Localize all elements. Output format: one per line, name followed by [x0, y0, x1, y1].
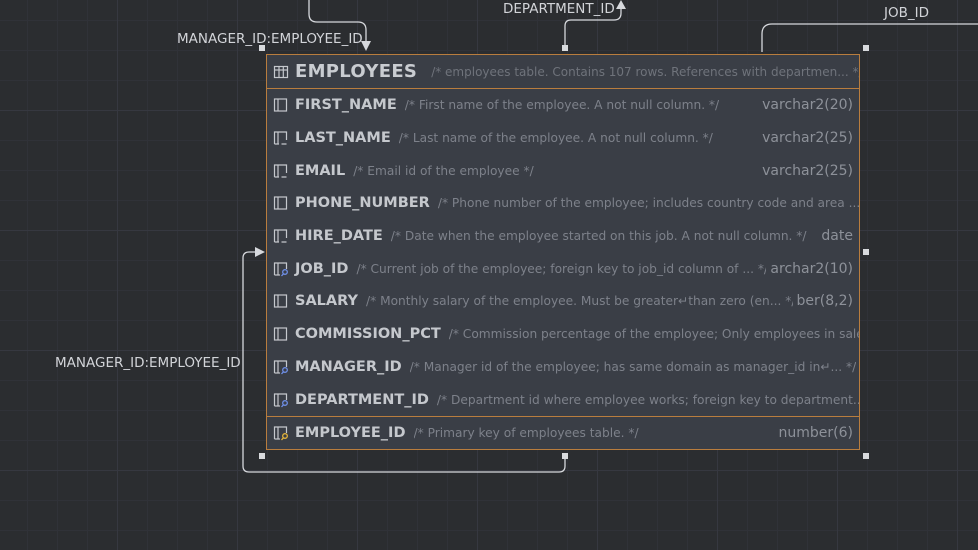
column-row-hire-date[interactable]: HIRE_DATE /* Date when the employee star…: [267, 220, 859, 253]
column-name: LAST_NAME: [295, 130, 391, 147]
column-name: DEPARTMENT_ID: [295, 391, 429, 408]
column-icon: [273, 326, 289, 342]
column-notnull-icon: [273, 130, 289, 146]
column-icon: [273, 195, 289, 211]
column-type: number(6): [774, 425, 853, 442]
column-type: date: [817, 228, 853, 245]
column-comment: /* Last name of the employee. A not null…: [398, 131, 713, 146]
resize-handle-bottom-right[interactable]: [863, 453, 869, 459]
column-icon: [273, 293, 289, 309]
edge-label-manager-left[interactable]: MANAGER_ID:EMPLOYEE_ID: [55, 355, 241, 371]
column-icon: [273, 97, 289, 113]
column-row-first-name[interactable]: FIRST_NAME /* First name of the employee…: [267, 89, 859, 122]
resize-handle-middle-right[interactable]: [863, 249, 869, 255]
resize-handle-top-middle[interactable]: [562, 45, 568, 51]
edge-label-manager-top[interactable]: MANAGER_ID:EMPLOYEE_ID: [177, 31, 363, 47]
column-row-manager-id[interactable]: MANAGER_ID /* Manager id of the employee…: [267, 351, 859, 384]
column-name: HIRE_DATE: [295, 228, 383, 245]
foreign-key-icon: [273, 261, 289, 277]
column-name: SALARY: [295, 293, 358, 310]
resize-handle-bottom-left[interactable]: [259, 453, 265, 459]
column-name: COMMISSION_PCT: [295, 326, 441, 343]
column-comment: /* Primary key of employees table. */: [413, 426, 639, 441]
column-notnull-icon: [273, 228, 289, 244]
column-comment: /* Current job of the employee; foreign …: [356, 261, 769, 276]
edge-job-id: [761, 23, 978, 52]
foreign-key-icon: [273, 359, 289, 375]
column-comment: /* Monthly salary of the employee. Must …: [366, 294, 796, 309]
column-notnull-icon: [273, 163, 289, 179]
column-row-email[interactable]: EMAIL /* Email id of the employee */ var…: [267, 154, 859, 187]
column-type: archar2(10): [766, 260, 853, 277]
column-comment: /* Phone number of the employee; include…: [437, 196, 859, 211]
resize-handle-bottom-middle[interactable]: [562, 453, 568, 459]
table-name: EMPLOYEES: [295, 61, 418, 82]
column-name: EMAIL: [295, 162, 346, 179]
edge-label-job[interactable]: JOB_ID: [884, 5, 929, 21]
primary-key-icon: [273, 425, 289, 441]
column-name: FIRST_NAME: [295, 97, 397, 114]
column-comment: /* Commission percentage of the employee…: [448, 327, 859, 342]
column-type: ber(8,2): [792, 293, 853, 310]
column-row-job-id[interactable]: JOB_ID /* Current job of the employee; f…: [267, 252, 859, 285]
column-name: EMPLOYEE_ID: [295, 425, 406, 442]
resize-handle-top-right[interactable]: [863, 45, 869, 51]
edge-label-department[interactable]: DEPARTMENT_ID: [503, 1, 615, 17]
column-type: varchar2(25): [758, 130, 853, 147]
table-icon: [273, 64, 289, 80]
arrowhead-department: [616, 0, 626, 9]
column-type: varchar2(25): [758, 162, 853, 179]
column-name: PHONE_NUMBER: [295, 195, 430, 212]
column-row-commission-pct[interactable]: COMMISSION_PCT /* Commission percentage …: [267, 318, 859, 351]
column-name: JOB_ID: [295, 260, 349, 277]
resize-handle-top-left[interactable]: [259, 45, 265, 51]
column-comment: /* Department id where employee works; f…: [436, 392, 859, 407]
column-row-employee-id[interactable]: EMPLOYEE_ID /* Primary key of employees …: [267, 415, 859, 449]
column-row-last-name[interactable]: LAST_NAME /* Last name of the employee. …: [267, 122, 859, 155]
column-row-salary[interactable]: SALARY /* Monthly salary of the employee…: [267, 285, 859, 318]
table-comment: /* employees table. Contains 107 rows. R…: [431, 64, 859, 79]
table-header[interactable]: EMPLOYEES /* employees table. Contains 1…: [267, 55, 859, 89]
column-type: varchar2(20): [758, 97, 853, 114]
column-comment: /* Date when the employee started on thi…: [390, 229, 807, 244]
column-row-department-id[interactable]: DEPARTMENT_ID /* Department id where emp…: [267, 383, 859, 416]
column-comment: /* Email id of the employee */: [353, 163, 534, 178]
employees-table-node[interactable]: EMPLOYEES /* employees table. Contains 1…: [266, 54, 860, 450]
column-comment: /* First name of the employee. A not nul…: [404, 98, 720, 113]
column-name: MANAGER_ID: [295, 358, 402, 375]
column-comment: /* Manager id of the employee; has same …: [409, 359, 857, 374]
column-row-phone-number[interactable]: PHONE_NUMBER /* Phone number of the empl…: [267, 187, 859, 220]
foreign-key-icon: [273, 392, 289, 408]
arrowhead-manager-self: [255, 247, 265, 257]
